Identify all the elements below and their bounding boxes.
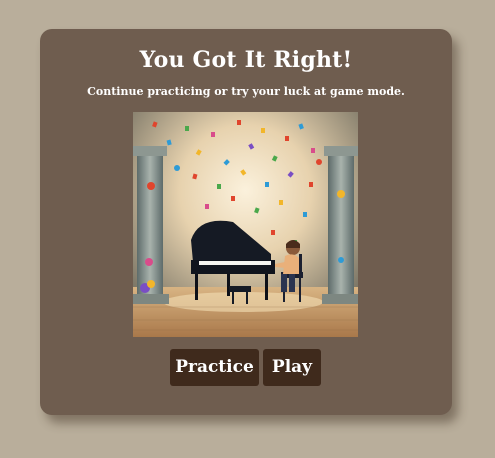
- practice-button[interactable]: Practice: [170, 349, 259, 386]
- modal-subtitle: Continue practicing or try your luck at …: [87, 85, 405, 98]
- modal-title: You Got It Right!: [139, 47, 353, 73]
- result-modal: You Got It Right! Continue practicing or…: [40, 29, 452, 415]
- play-button[interactable]: Play: [263, 349, 321, 386]
- piano-celebration-illustration: [133, 112, 358, 337]
